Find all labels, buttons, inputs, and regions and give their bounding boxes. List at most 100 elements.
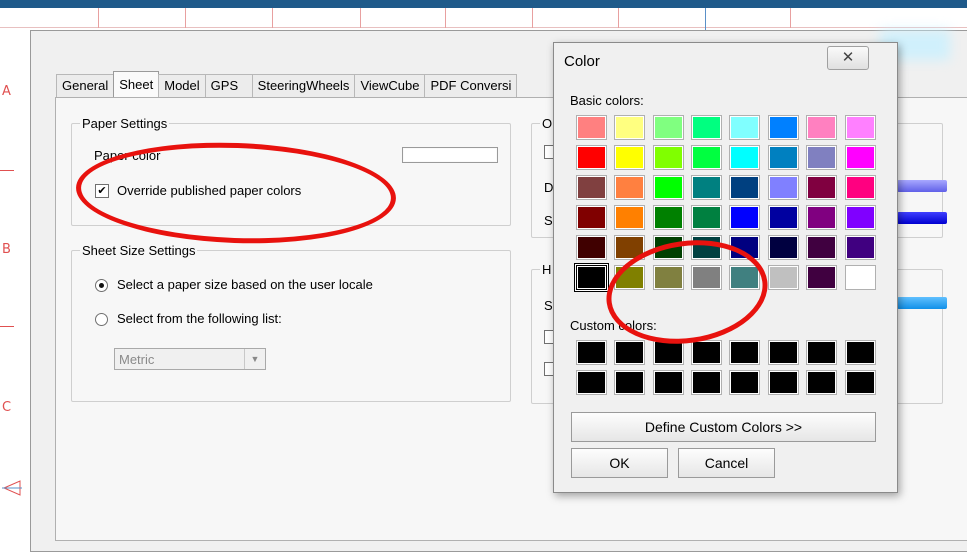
custom-color-swatch[interactable] — [769, 371, 798, 394]
basic-color-swatch[interactable] — [769, 116, 798, 139]
basic-color-swatch[interactable] — [730, 206, 759, 229]
custom-color-swatch[interactable] — [846, 371, 875, 394]
drawing-tick — [618, 8, 619, 28]
custom-color-swatch[interactable] — [692, 371, 721, 394]
custom-color-swatch[interactable] — [654, 341, 683, 364]
basic-color-swatch[interactable] — [807, 266, 836, 289]
basic-color-swatch[interactable] — [769, 176, 798, 199]
basic-color-swatch[interactable] — [654, 176, 683, 199]
basic-color-swatch[interactable] — [846, 206, 875, 229]
right-slider-2[interactable] — [897, 212, 947, 224]
ruler-label-a: A — [2, 84, 11, 99]
custom-color-swatch[interactable] — [615, 371, 644, 394]
tab-general[interactable]: General — [56, 74, 115, 97]
basic-color-swatch[interactable] — [615, 146, 644, 169]
basic-color-swatch[interactable] — [654, 206, 683, 229]
basic-color-swatch[interactable] — [846, 146, 875, 169]
basic-color-swatch[interactable] — [692, 176, 721, 199]
paper-color-button[interactable] — [402, 147, 498, 163]
paper-size-list-radio[interactable] — [95, 313, 108, 326]
paper-size-select-value: Metric — [119, 352, 155, 367]
basic-color-swatch[interactable] — [654, 146, 683, 169]
basic-color-swatch[interactable] — [730, 116, 759, 139]
custom-color-swatch[interactable] — [846, 341, 875, 364]
close-x-icon[interactable]: ✕ — [827, 46, 869, 70]
right-label-d: D — [544, 180, 554, 195]
right-slider-3[interactable] — [897, 297, 947, 309]
chevron-down-icon: ▼ — [244, 349, 265, 369]
paper-size-select[interactable]: Metric ▼ — [114, 348, 266, 370]
custom-color-swatch[interactable] — [577, 341, 606, 364]
top-title-bar — [0, 0, 967, 8]
basic-color-swatch[interactable] — [769, 266, 798, 289]
basic-color-swatch[interactable] — [846, 236, 875, 259]
basic-color-swatch[interactable] — [577, 266, 606, 289]
basic-color-swatch[interactable] — [577, 206, 606, 229]
right-group-top-legend: O — [542, 116, 553, 131]
ruler-tick — [0, 170, 14, 171]
drawing-tick — [360, 8, 361, 28]
paper-size-locale-label: Select a paper size based on the user lo… — [117, 277, 373, 292]
basic-color-swatch[interactable] — [615, 176, 644, 199]
basic-color-swatch[interactable] — [807, 146, 836, 169]
right-group-bottom-legend: H — [542, 262, 552, 277]
basic-color-swatch[interactable] — [769, 236, 798, 259]
basic-color-swatch[interactable] — [692, 116, 721, 139]
custom-color-swatch[interactable] — [577, 371, 606, 394]
basic-color-swatch[interactable] — [730, 146, 759, 169]
custom-color-swatch[interactable] — [769, 341, 798, 364]
custom-color-swatch[interactable] — [730, 341, 759, 364]
basic-color-swatch[interactable] — [654, 116, 683, 139]
basic-color-swatch[interactable] — [769, 206, 798, 229]
tab-sheet[interactable]: Sheet — [113, 71, 160, 97]
basic-color-swatch[interactable] — [730, 176, 759, 199]
basic-color-swatch[interactable] — [577, 146, 606, 169]
basic-color-swatch[interactable] — [846, 176, 875, 199]
right-slider-1[interactable] — [897, 180, 947, 192]
basic-color-swatch[interactable] — [577, 176, 606, 199]
custom-color-swatch[interactable] — [615, 341, 644, 364]
cancel-button[interactable]: Cancel — [678, 448, 775, 478]
options-tab-strip: General Sheet Model GPS SteeringWheels V… — [56, 71, 518, 98]
basic-color-swatch[interactable] — [807, 116, 836, 139]
basic-color-swatch[interactable] — [807, 176, 836, 199]
right-label-s: S — [544, 213, 553, 228]
drawing-tick — [185, 8, 186, 28]
tab-gps[interactable]: GPS — [204, 74, 253, 97]
basic-color-swatch[interactable] — [846, 266, 875, 289]
drawing-tick — [532, 8, 533, 28]
custom-color-swatch[interactable] — [807, 341, 836, 364]
basic-color-swatch[interactable] — [615, 116, 644, 139]
basic-color-swatch[interactable] — [577, 236, 606, 259]
basic-color-swatch[interactable] — [807, 236, 836, 259]
tab-viewcube[interactable]: ViewCube — [354, 74, 426, 97]
custom-color-swatch[interactable] — [692, 341, 721, 364]
custom-color-swatch[interactable] — [730, 371, 759, 394]
ruler-label-b: B — [2, 242, 11, 257]
tab-steeringwheels[interactable]: SteeringWheels — [251, 74, 356, 97]
tab-model[interactable]: Model — [158, 74, 206, 97]
ok-button[interactable]: OK — [571, 448, 668, 478]
basic-color-swatch[interactable] — [577, 116, 606, 139]
color-dialog-title: Color — [564, 53, 600, 70]
custom-color-swatch[interactable] — [654, 371, 683, 394]
paper-settings-legend: Paper Settings — [82, 116, 168, 131]
basic-color-swatch[interactable] — [807, 206, 836, 229]
custom-color-swatch[interactable] — [807, 371, 836, 394]
basic-color-swatch[interactable] — [769, 146, 798, 169]
basic-color-swatch[interactable] — [615, 206, 644, 229]
sheet-size-settings-legend: Sheet Size Settings — [82, 243, 196, 258]
paper-size-locale-radio[interactable] — [95, 279, 108, 292]
drawing-ruler: A B C — [0, 8, 22, 539]
drawing-tick — [272, 8, 273, 28]
tab-pdf-conversion[interactable]: PDF Conversi — [424, 74, 518, 97]
basic-color-swatch[interactable] — [692, 146, 721, 169]
triangle-marker-icon — [2, 480, 22, 496]
basic-color-swatch[interactable] — [846, 116, 875, 139]
ruler-tick — [0, 326, 14, 327]
define-custom-colors-button[interactable]: Define Custom Colors >> — [571, 412, 876, 442]
basic-color-swatch[interactable] — [692, 206, 721, 229]
right-label-s2: S — [544, 298, 553, 313]
drawing-tick — [445, 8, 446, 28]
basic-colors-label: Basic colors: — [570, 93, 644, 108]
